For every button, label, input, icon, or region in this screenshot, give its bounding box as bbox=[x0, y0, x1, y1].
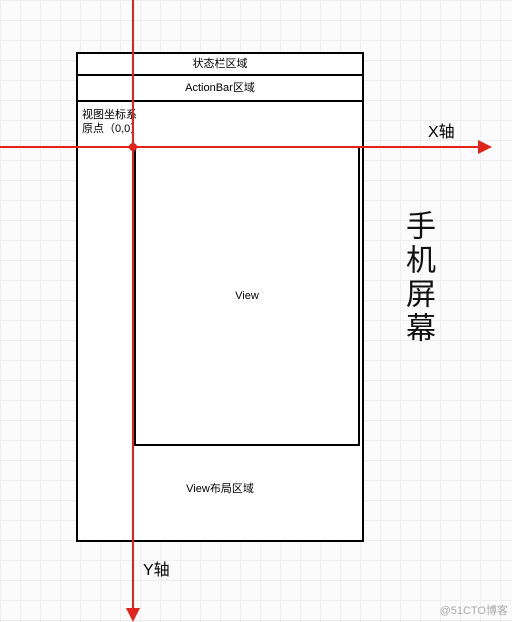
x-axis-arrow-icon bbox=[478, 140, 492, 154]
view-layout-region: 视图坐标系 原点（0,0） View View布局区域 bbox=[78, 102, 362, 540]
status-bar-region: 状态栏区域 bbox=[78, 54, 362, 76]
phone-screen: 状态栏区域 ActionBar区域 视图坐标系 原点（0,0） View Vie… bbox=[76, 52, 364, 542]
y-axis-arrow-icon bbox=[126, 608, 140, 622]
x-axis-line bbox=[0, 146, 480, 148]
y-axis-line bbox=[132, 0, 134, 614]
phone-screen-caption: 手机屏幕 bbox=[398, 210, 436, 346]
watermark-text: @51CTO博客 bbox=[440, 602, 508, 618]
y-axis-label: Y轴 bbox=[143, 556, 170, 580]
x-axis-label: X轴 bbox=[428, 118, 455, 142]
view-layout-label: View布局区域 bbox=[78, 480, 362, 496]
view-element: View bbox=[134, 146, 360, 446]
origin-point-icon bbox=[129, 143, 137, 151]
view-label: View bbox=[136, 290, 358, 302]
action-bar-region: ActionBar区域 bbox=[78, 76, 362, 102]
